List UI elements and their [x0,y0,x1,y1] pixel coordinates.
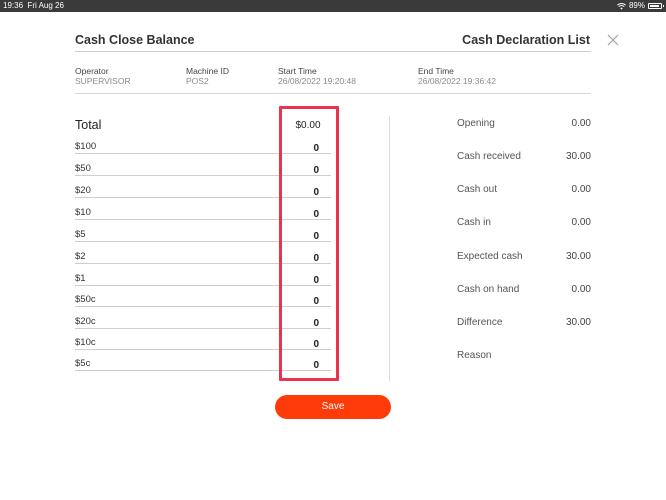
denom-label: $10 [75,207,91,218]
total-label: Total [75,118,102,132]
denom-label: $10c [75,337,96,348]
status-time-date: 19:36 Fri Aug 26 [3,0,64,12]
denom-label: $5c [75,358,91,369]
denom-label: $1 [75,273,86,284]
battery-icon [648,3,664,9]
denom-label: $2 [75,251,86,262]
denom-label: $5 [75,229,86,240]
summary-label: Difference [457,317,503,328]
summary-value: 0.00 [571,217,591,228]
end-time-label: End Time [418,66,454,76]
status-time: 19:36 [3,1,24,10]
title-divider [75,51,591,52]
column-divider [389,116,390,381]
summary-label: Reason [457,350,492,361]
summary-label: Expected cash [457,251,523,262]
highlight-box [279,106,339,381]
summary-value: 0.00 [571,118,591,129]
summary-label: Cash in [457,217,491,228]
start-time-label: Start Time [278,66,317,76]
cash-declaration-list-link[interactable]: Cash Declaration List [462,33,590,47]
summary-value: 0.00 [571,184,591,195]
save-button[interactable]: Save [275,395,391,419]
denom-label: $50 [75,163,91,174]
denom-label: $20c [75,316,96,327]
denom-label: $100 [75,141,97,152]
battery-percent: 89% [628,1,645,10]
summary-label: Cash on hand [457,284,520,295]
machine-label: Machine ID [186,66,229,76]
end-time-value: 26/08/2022 19:36:42 [418,76,496,86]
info-divider [75,93,591,94]
summary-label: Cash received [457,151,521,162]
summary-value: 30.00 [565,251,591,262]
machine-info: Machine ID POS2 [186,66,229,86]
status-bar: 19:36 Fri Aug 26 89% [0,0,666,12]
operator-info: Operator SUPERVISOR [75,66,131,86]
summary-value: 30.00 [565,317,591,328]
operator-value: SUPERVISOR [75,76,131,86]
denom-label: $20 [75,185,91,196]
summary-value: 30.00 [565,151,591,162]
status-indicators: 89% [617,0,664,12]
close-icon[interactable] [606,33,620,47]
operator-label: Operator [75,66,109,76]
summary-label: Opening [457,118,495,129]
summary-value: 0.00 [571,284,591,295]
machine-value: POS2 [186,76,209,86]
summary-label: Cash out [457,184,498,195]
status-date: Fri Aug 26 [27,1,64,10]
denom-label: $50c [75,294,96,305]
wifi-icon [617,2,626,10]
cash-close-balance-title: Cash Close Balance [75,33,195,47]
start-time-info: Start Time 26/08/2022 19:20:48 [278,66,356,86]
start-time-value: 26/08/2022 19:20:48 [278,76,356,86]
end-time-info: End Time 26/08/2022 19:36:42 [418,66,496,86]
